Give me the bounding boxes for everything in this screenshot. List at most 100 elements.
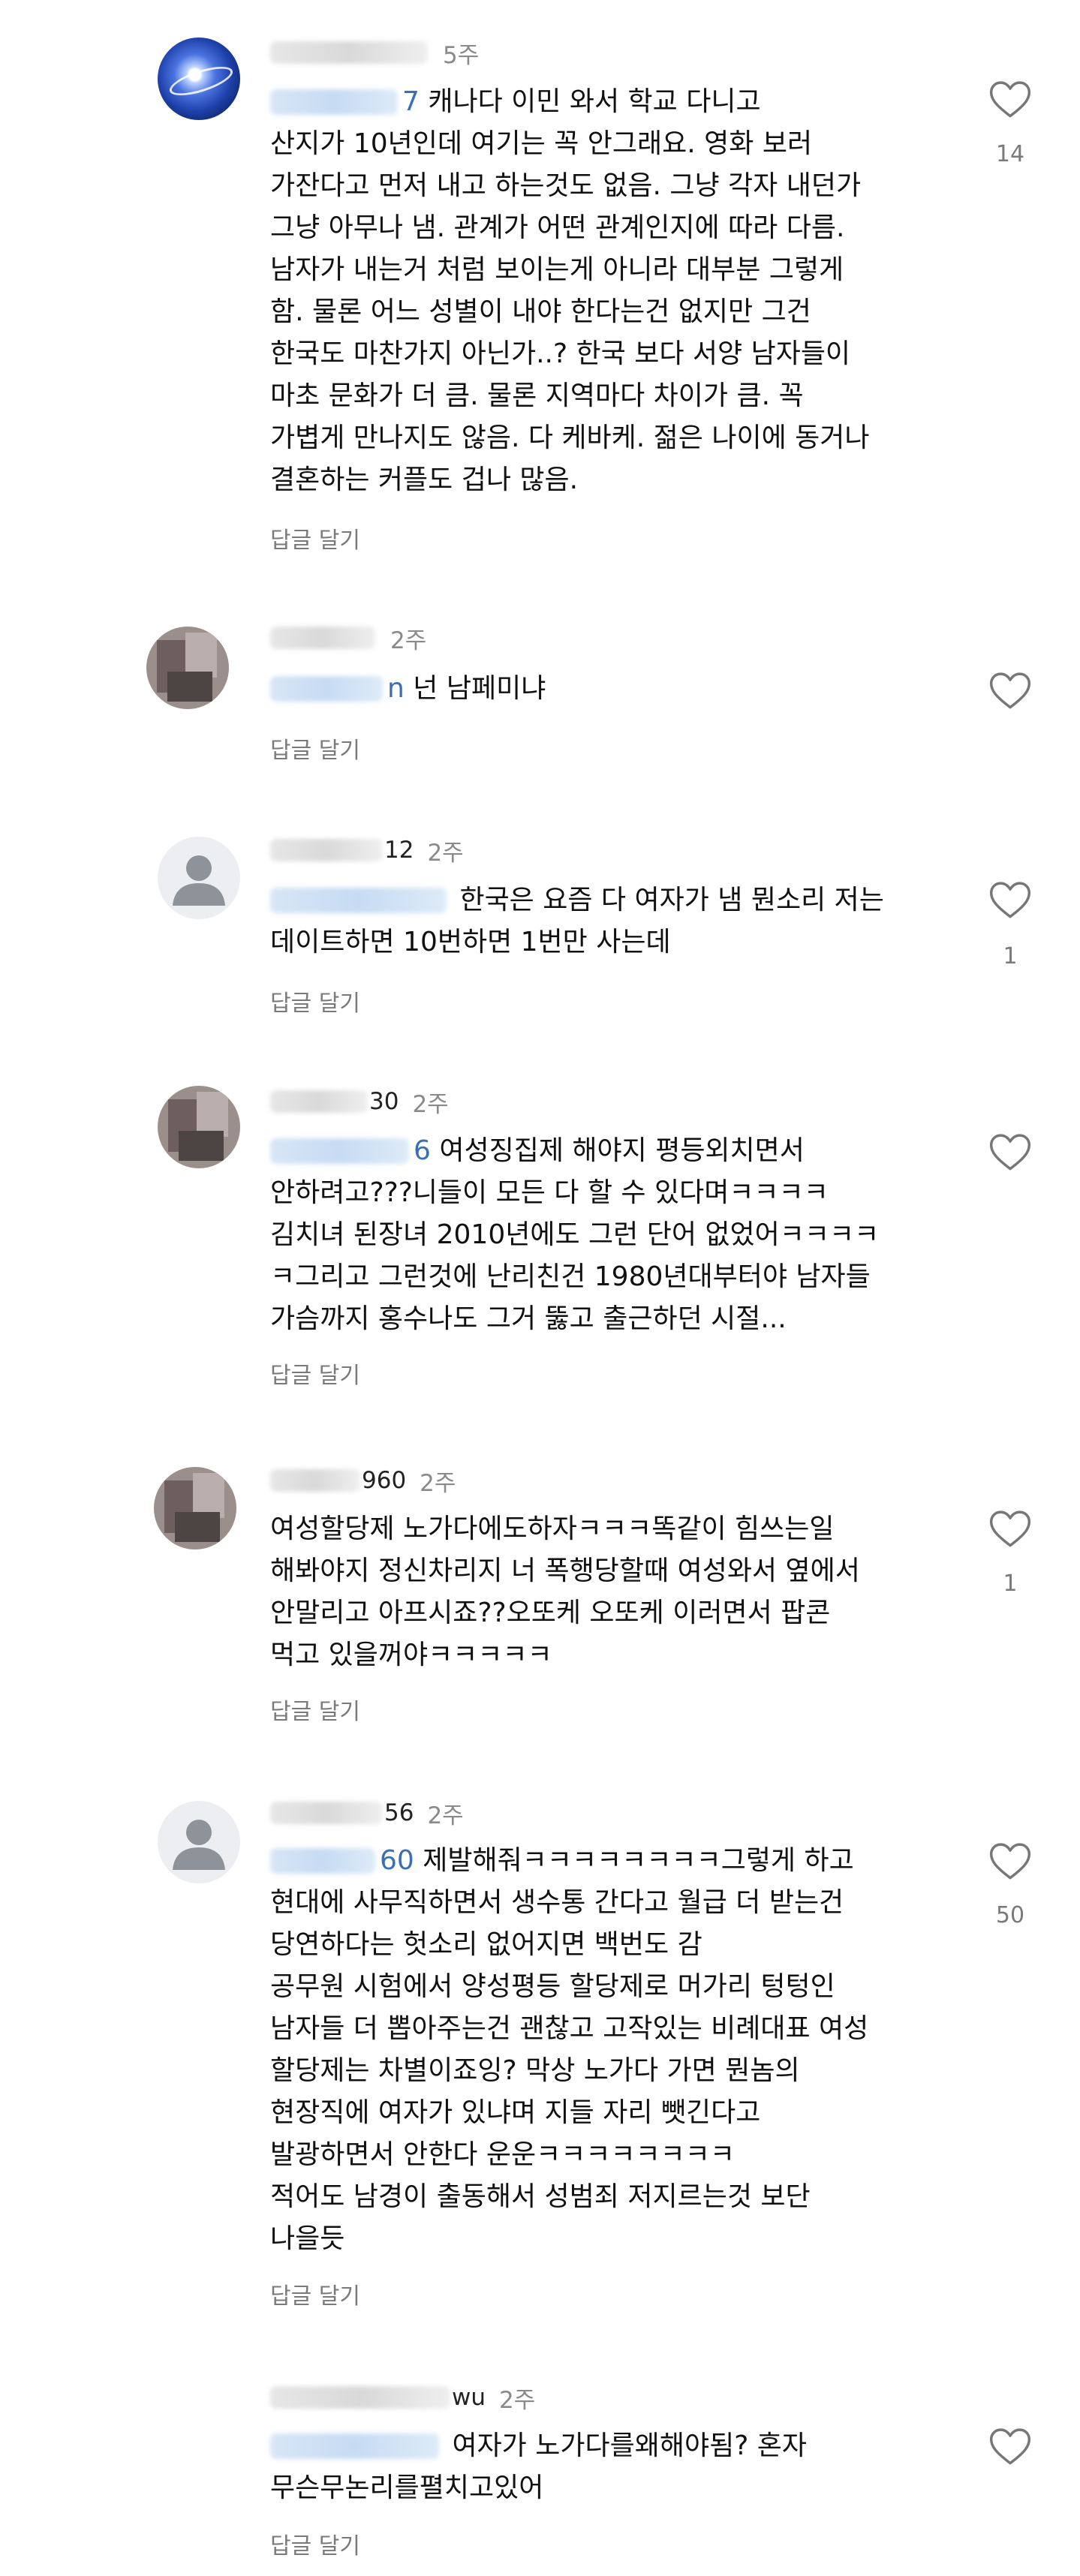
mention-redacted[interactable] xyxy=(270,1138,409,1164)
comments-page: 5주 7 캐나다 이민 와서 학교 다니고 산지가 10년인데 여기는 꼭 안그… xyxy=(0,0,1080,2576)
reply-button[interactable]: 답글 달기 xyxy=(270,1693,360,1726)
comment-line: 안하려고???니들이 모든 다 할 수 있다며ㅋㅋㅋㅋ xyxy=(270,1177,829,1208)
comment-line: 넌 남페미냐 xyxy=(404,673,546,704)
comment-line: 남자들 더 뽑아주는건 괜찮고 고작있는 비례대표 여성 xyxy=(270,2013,869,2044)
username-tail[interactable]: 56 xyxy=(384,1799,414,1826)
like-count: 14 xyxy=(995,141,1025,167)
heart-icon[interactable] xyxy=(983,2422,1037,2470)
mention-redacted[interactable] xyxy=(270,89,398,115)
like-count: 50 xyxy=(995,1902,1025,1928)
like-count: 1 xyxy=(1003,1571,1018,1597)
comment-line: ㅋ그리고 그런것에 난리친건 1980년대부터야 남자들 xyxy=(270,1261,871,1292)
comment-line: 한국도 마찬가지 아닌가..? 한국 보다 서양 남자들이 xyxy=(270,338,851,369)
mention-tail[interactable]: 7 xyxy=(402,86,420,117)
reply-button[interactable]: 답글 달기 xyxy=(270,2277,360,2310)
like-count: 1 xyxy=(1003,943,1018,969)
mention-tail[interactable]: n xyxy=(387,673,405,704)
comment-line: 남자가 내는거 처럼 보이는게 아니라 대부분 그렇게 xyxy=(270,254,844,285)
username-tail[interactable]: 960 xyxy=(362,1467,406,1494)
reply-button[interactable]: 답글 달기 xyxy=(270,732,360,765)
mention-tail[interactable]: 6 xyxy=(414,1135,431,1166)
comment-line: 제발해줘ㅋㅋㅋㅋㅋㅋㅋㅋ그렇게 하고 xyxy=(414,1845,854,1876)
comment-line: 한국은 요즘 다 여자가 냄 뭔소리 저는 xyxy=(451,885,884,915)
comment-line: 여성할당제 노가다에도하자ㅋㅋㅋ똑같이 힘쓰는일 xyxy=(270,1513,835,1544)
comment-time: 2주 xyxy=(499,2386,536,2414)
comment-header: 12 2주 xyxy=(270,835,464,867)
default-user-icon xyxy=(173,1820,225,1870)
username-redacted[interactable] xyxy=(270,2386,450,2409)
comment-line: 할당제는 차별이죠잉? 막상 노가다 가면 뭔놈의 xyxy=(270,2055,800,2086)
comment-line: 캐나다 이민 와서 학교 다니고 xyxy=(419,86,761,117)
comment-text: n 넌 남페미냐 xyxy=(270,668,946,710)
avatar[interactable] xyxy=(158,837,240,919)
mention-redacted[interactable] xyxy=(270,1848,375,1874)
reply-button[interactable]: 답글 달기 xyxy=(270,2527,360,2560)
comment-line: 무슨무논리를펼치고있어 xyxy=(270,2472,544,2503)
comment-text: 여성할당제 노가다에도하자ㅋㅋㅋ똑같이 힘쓰는일 해봐야지 정신차리지 너 폭행… xyxy=(270,1508,946,1676)
comment-line: 현대에 사무직하면서 생수통 간다고 월급 더 받는건 xyxy=(270,1887,844,1918)
comment-text: 60 제발해줘ㅋㅋㅋㅋㅋㅋㅋㅋ그렇게 하고 현대에 사무직하면서 생수통 간다고… xyxy=(270,1840,946,2260)
comment-header: 960 2주 xyxy=(270,1465,456,1497)
comment-text: 여자가 노가다를왜해야됨? 혼자 무슨무논리를펼치고있어 xyxy=(270,2425,946,2509)
reply-button[interactable]: 답글 달기 xyxy=(270,1357,360,1390)
username-tail[interactable]: wu xyxy=(452,2384,486,2411)
username-redacted[interactable] xyxy=(270,1469,360,1492)
username-tail[interactable]: 12 xyxy=(384,837,414,864)
default-user-icon xyxy=(173,855,225,906)
comment-line: 함. 물론 어느 성별이 내야 한다는건 없지만 그건 xyxy=(270,296,811,327)
comment-line: 산지가 10년인데 여기는 꼭 안그래요. 영화 보러 xyxy=(270,128,813,159)
username-tail[interactable]: 30 xyxy=(369,1088,399,1115)
comment-line: 마초 문화가 더 큼. 물론 지역마다 차이가 큼. 꼭 xyxy=(270,380,804,411)
avatar[interactable] xyxy=(146,627,229,709)
comment-line: 발광하면서 안한다 운운ㅋㅋㅋㅋㅋㅋㅋㅋ xyxy=(270,2139,736,2170)
comment-time: 2주 xyxy=(390,627,427,654)
mention-redacted[interactable] xyxy=(270,2433,439,2459)
comment-header: 30 2주 xyxy=(270,1087,449,1118)
comment-header: 56 2주 xyxy=(270,1798,464,1829)
comment-line: 공무원 시험에서 양성평등 할당제로 머가리 텅텅인 xyxy=(270,1971,835,2002)
heart-icon[interactable] xyxy=(983,666,1037,714)
mention-tail[interactable]: 60 xyxy=(380,1845,414,1876)
comment-header: 5주 xyxy=(270,38,480,69)
comment-line: 가볍게 만나지도 않음. 다 케바케. 젊은 나이에 동거나 xyxy=(270,422,870,453)
comment-line: 먹고 있을꺼야ㅋㅋㅋㅋㅋ xyxy=(270,1640,552,1670)
comment-text: 7 캐나다 이민 와서 학교 다니고 산지가 10년인데 여기는 꼭 안그래요.… xyxy=(270,81,946,501)
avatar[interactable] xyxy=(154,1467,236,1550)
mention-redacted[interactable] xyxy=(270,676,383,702)
comment-time: 5주 xyxy=(443,41,480,69)
comment-line: 그냥 아무나 냄. 관계가 어떤 관계인지에 따라 다름. xyxy=(270,212,845,243)
reply-button[interactable]: 답글 달기 xyxy=(270,984,360,1017)
comment-line: 데이트하면 10번하면 1번만 사는데 xyxy=(270,927,671,957)
username-redacted[interactable] xyxy=(270,1802,383,1824)
heart-icon[interactable] xyxy=(983,876,1037,924)
avatar[interactable] xyxy=(158,1086,240,1168)
comment-line: 여성징집제 해야지 평등외치면서 xyxy=(430,1135,805,1166)
comment-line: 당연하다는 헛소리 없어지면 백번도 감 xyxy=(270,1929,702,1960)
heart-icon[interactable] xyxy=(983,1837,1037,1885)
comment-line: 결혼하는 커플도 겁나 많음. xyxy=(270,464,579,495)
comment-line: 나을듯 xyxy=(270,2223,345,2254)
comment-text: 6 여성징집제 해야지 평등외치면서 안하려고???니들이 모든 다 할 수 있… xyxy=(270,1130,946,1340)
comment-line: 여자가 노가다를왜해야됨? 혼자 xyxy=(444,2430,807,2461)
comment-line: 김치녀 된장녀 2010년에도 그런 단어 없었어ㅋㅋㅋㅋ xyxy=(270,1219,880,1250)
username-redacted[interactable] xyxy=(270,41,428,64)
comment-time: 2주 xyxy=(420,1469,456,1497)
reply-button[interactable]: 답글 달기 xyxy=(270,522,360,555)
comment-line: 가슴까지 홍수나도 그거 뚫고 출근하던 시절... xyxy=(270,1303,787,1334)
comment-header: 2주 xyxy=(270,623,427,654)
comment-time: 2주 xyxy=(412,1090,449,1118)
heart-icon[interactable] xyxy=(983,1128,1037,1176)
mention-redacted[interactable] xyxy=(270,888,447,913)
avatar[interactable] xyxy=(158,38,240,120)
comment-header: wu 2주 xyxy=(270,2382,536,2414)
username-redacted[interactable] xyxy=(270,1090,368,1113)
heart-icon[interactable] xyxy=(983,1504,1037,1553)
heart-icon[interactable] xyxy=(983,75,1037,123)
username-redacted[interactable] xyxy=(270,839,383,861)
username-redacted[interactable] xyxy=(270,627,375,649)
comment-line: 현장직에 여자가 있냐며 지들 자리 뺏긴다고 xyxy=(270,2097,761,2128)
comment-line: 해봐야지 정신차리지 너 폭행당할때 여성와서 옆에서 xyxy=(270,1556,860,1586)
comment-text: 한국은 요즘 다 여자가 냄 뭔소리 저는 데이트하면 10번하면 1번만 사는… xyxy=(270,879,946,963)
comment-line: 가잔다고 먼저 내고 하는것도 없음. 그냥 각자 내던가 xyxy=(270,170,862,201)
avatar[interactable] xyxy=(158,1801,240,1883)
